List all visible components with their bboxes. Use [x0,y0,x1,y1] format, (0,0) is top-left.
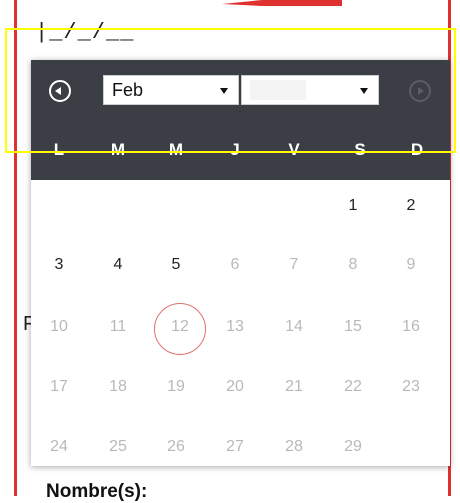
calendar-day: 19 [167,378,185,395]
weekday-header: M [168,140,184,159]
calendar-day[interactable]: 4 [90,256,146,274]
calendar-day: 15 [344,318,362,335]
calendar-day: 24 [50,438,68,455]
weekday-header: D [410,140,424,159]
calendar-day: 8 [348,256,358,273]
calendar-day: 20 [226,378,244,395]
calendar-day: 25 [109,438,127,455]
weekday-header: M [110,140,126,159]
weekday-header-row: L M M J V S D [31,130,450,180]
weekday-header: V [288,140,300,159]
calendar-day: 10 [50,318,68,335]
calendar-day[interactable]: 2 [383,197,439,215]
month-select[interactable]: Feb [103,75,239,105]
calendar-day: 22 [344,378,362,395]
calendar-day: 26 [167,438,185,455]
calendar-day[interactable]: 5 [148,256,204,274]
calendar-day: 13 [226,318,244,335]
calendar-day: 28 [285,438,303,455]
month-select-value: Feb [112,80,144,100]
circle-chevron-left-icon[interactable] [49,80,71,102]
calendar-day: 18 [109,378,127,395]
weekday-header: S [354,140,366,159]
year-select-value [250,80,306,100]
circle-chevron-right-icon[interactable] [409,80,431,102]
annotation-frame-left [14,0,17,496]
calendar-day: 29 [344,438,362,455]
date-input[interactable]: |_/_/__ [35,20,134,45]
calendar-day: 6 [230,256,240,273]
calendar-day: 23 [402,378,420,395]
calendar-day: 14 [285,318,303,335]
calendar-day: 27 [226,438,244,455]
calendar-day: 9 [406,256,416,273]
names-field-label: Nombre(s): [46,481,148,502]
weekday-header: L [53,140,65,159]
weekday-header: J [230,140,240,159]
calendar-day: 17 [50,378,68,395]
calendar-day: 7 [289,256,299,273]
calendar-day: 16 [402,318,420,335]
caret-down-icon [220,88,228,94]
annotation-arrow-icon [222,0,342,6]
datepicker-header: Feb [31,60,450,130]
calendar-day-today: 12 [171,318,189,335]
calendar-day: 11 [109,318,127,335]
calendar-day[interactable]: 1 [325,197,381,215]
datepicker-popup: Feb L M M J V S D 1 2 3 4 5 6 7 8 9 10 1… [31,60,450,466]
year-select[interactable] [241,75,379,105]
caret-down-icon [360,88,368,94]
calendar-day: 21 [285,378,303,395]
calendar-day[interactable]: 3 [31,256,87,274]
